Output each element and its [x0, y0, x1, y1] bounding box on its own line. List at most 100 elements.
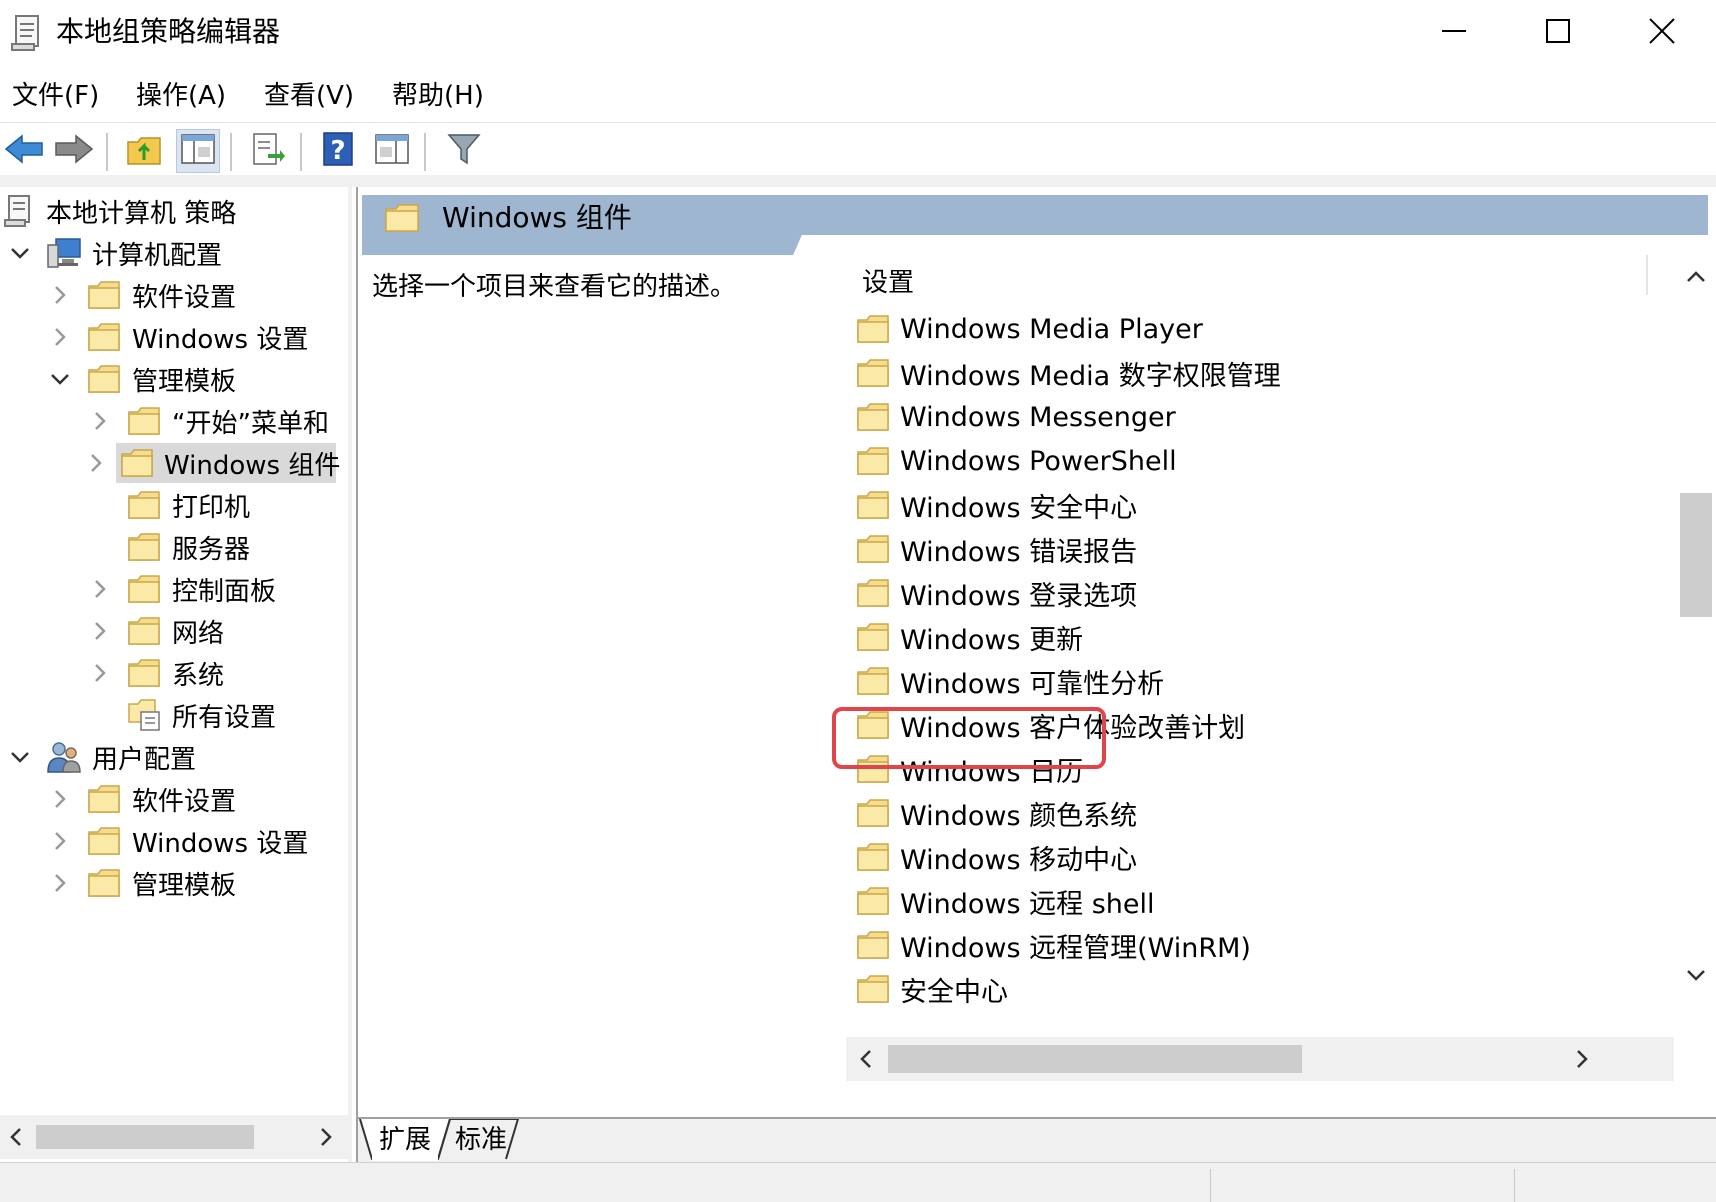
close-button[interactable]	[1610, 0, 1714, 66]
list-item[interactable]: Windows 登录选项	[856, 571, 1137, 615]
chevron-right-icon[interactable]	[82, 443, 110, 483]
tree-item[interactable]: 系统	[86, 653, 224, 693]
list-item[interactable]: Windows 远程 shell	[856, 879, 1154, 923]
list-item[interactable]: Windows Messenger	[856, 395, 1176, 439]
tree-item[interactable]: Windows 组件	[91, 443, 340, 483]
folder-icon	[856, 358, 890, 388]
tree-item[interactable]: 软件设置	[46, 275, 236, 315]
tab-standard[interactable]: 标准	[448, 1119, 514, 1161]
list-item[interactable]: Windows 更新	[856, 615, 1083, 659]
menu-help[interactable]: 帮助(H)	[392, 78, 484, 114]
menu-bar: 文件(F) 操作(A) 查看(V) 帮助(H)	[0, 72, 1716, 120]
list-item[interactable]: Windows 移动中心	[856, 835, 1137, 879]
folder-icon	[126, 404, 162, 438]
tree-item[interactable]: “开始”菜单和	[86, 401, 329, 441]
chevron-down-icon[interactable]	[46, 359, 74, 399]
chevron-down-icon[interactable]	[6, 737, 34, 777]
scroll-left-icon[interactable]	[2, 1123, 30, 1151]
chevron-right-icon[interactable]	[86, 653, 114, 693]
list-item[interactable]: Windows 可靠性分析	[856, 659, 1164, 703]
tree-item[interactable]: 所有设置	[86, 695, 276, 735]
menu-file[interactable]: 文件(F)	[12, 78, 99, 114]
tree-item[interactable]: 计算机配置	[6, 233, 222, 273]
chevron-right-icon[interactable]	[46, 317, 74, 357]
settings-column-header[interactable]: 设置	[862, 265, 914, 301]
chevron-down-icon[interactable]	[6, 233, 34, 273]
menu-view[interactable]: 查看(V)	[264, 78, 354, 114]
folder-icon	[856, 314, 890, 344]
horizontal-scrollbar[interactable]	[846, 1037, 1674, 1081]
tab-extended[interactable]: 扩展	[372, 1119, 438, 1161]
folder-icon	[86, 866, 122, 900]
menu-action[interactable]: 操作(A)	[136, 78, 226, 114]
list-item[interactable]: Windows Media 数字权限管理	[856, 351, 1281, 395]
folder-icon	[86, 278, 122, 312]
chevron-right-icon[interactable]	[46, 275, 74, 315]
list-item[interactable]: Windows 颜色系统	[856, 791, 1137, 835]
scroll-left-icon[interactable]	[852, 1045, 880, 1073]
chevron-right-icon[interactable]	[46, 863, 74, 903]
tree-item-label: 打印机	[172, 492, 251, 523]
help-button[interactable]: ?	[316, 129, 360, 173]
action-pane-button[interactable]	[370, 129, 414, 173]
list-item[interactable]: Windows PowerShell	[856, 439, 1177, 483]
chevron-right-icon[interactable]	[86, 611, 114, 651]
scroll-right-icon[interactable]	[1568, 1045, 1596, 1073]
show-hide-tree-button[interactable]	[176, 129, 220, 173]
toolbar-separator	[424, 133, 426, 171]
list-item-label: Windows 登录选项	[900, 580, 1138, 612]
list-item[interactable]: Windows 安全中心	[856, 483, 1137, 527]
filter-button[interactable]	[442, 129, 486, 173]
tree-item-label: “开始”菜单和	[172, 408, 329, 439]
chevron-right-icon[interactable]	[46, 821, 74, 861]
list-item-label: Windows 安全中心	[900, 492, 1138, 524]
chevron-right-icon[interactable]	[86, 401, 114, 441]
help-icon: ?	[322, 131, 354, 171]
export-list-button[interactable]	[246, 129, 290, 173]
scrollbar-thumb[interactable]	[36, 1125, 254, 1149]
scroll-down-icon[interactable]	[1680, 959, 1712, 991]
tree-item[interactable]: 管理模板	[46, 863, 236, 903]
list-item-label: Windows 更新	[900, 624, 1084, 656]
action-pane-icon	[374, 133, 410, 169]
list-item[interactable]: 安全中心	[856, 967, 1008, 1011]
title-bar: 本地组策略编辑器	[0, 0, 1716, 66]
tree-item[interactable]: 网络	[86, 611, 224, 651]
list-item[interactable]: Windows 远程管理(WinRM)	[856, 923, 1251, 967]
status-bar	[0, 1162, 1716, 1202]
folder-icon	[856, 402, 890, 432]
close-icon	[1649, 18, 1675, 48]
chevron-right-icon[interactable]	[86, 569, 114, 609]
tree-item[interactable]: Windows 设置	[46, 821, 308, 861]
tree-item[interactable]: 打印机	[86, 485, 250, 525]
column-separator[interactable]	[1646, 255, 1648, 295]
users-icon	[46, 740, 82, 774]
scroll-right-icon[interactable]	[312, 1123, 340, 1151]
back-button[interactable]	[2, 129, 46, 173]
tree-item[interactable]: 控制面板	[86, 569, 276, 609]
forward-button[interactable]	[52, 129, 96, 173]
list-item-label: Windows 可靠性分析	[900, 668, 1165, 700]
scrollbar-thumb[interactable]	[1680, 493, 1712, 617]
scrollbar-thumb[interactable]	[888, 1045, 1302, 1073]
all-settings-icon	[126, 698, 162, 732]
up-folder-button[interactable]	[122, 129, 166, 173]
tree-item[interactable]: Windows 设置	[46, 317, 308, 357]
tree-item[interactable]: 本地计算机 策略	[0, 191, 236, 231]
chevron-right-icon[interactable]	[46, 779, 74, 819]
settings-list: Windows Media Player Windows Media 数字权限管理…	[358, 257, 1678, 1037]
maximize-button[interactable]	[1506, 0, 1610, 66]
tree-horizontal-scrollbar[interactable]	[0, 1115, 348, 1159]
scroll-up-icon[interactable]	[1680, 261, 1712, 293]
tree-item[interactable]: 服务器	[86, 527, 250, 567]
tree-item[interactable]: 用户配置	[6, 737, 196, 777]
vertical-scrollbar[interactable]	[1674, 257, 1714, 1037]
minimize-button[interactable]	[1402, 0, 1506, 66]
folder-icon	[126, 530, 162, 564]
list-item[interactable]: Windows Media Player	[856, 307, 1203, 351]
list-item-label: Windows Media Player	[900, 313, 1203, 345]
folder-icon	[856, 446, 890, 476]
list-item[interactable]: Windows 错误报告	[856, 527, 1137, 571]
tree-item[interactable]: 软件设置	[46, 779, 236, 819]
tree-item[interactable]: 管理模板	[46, 359, 236, 399]
